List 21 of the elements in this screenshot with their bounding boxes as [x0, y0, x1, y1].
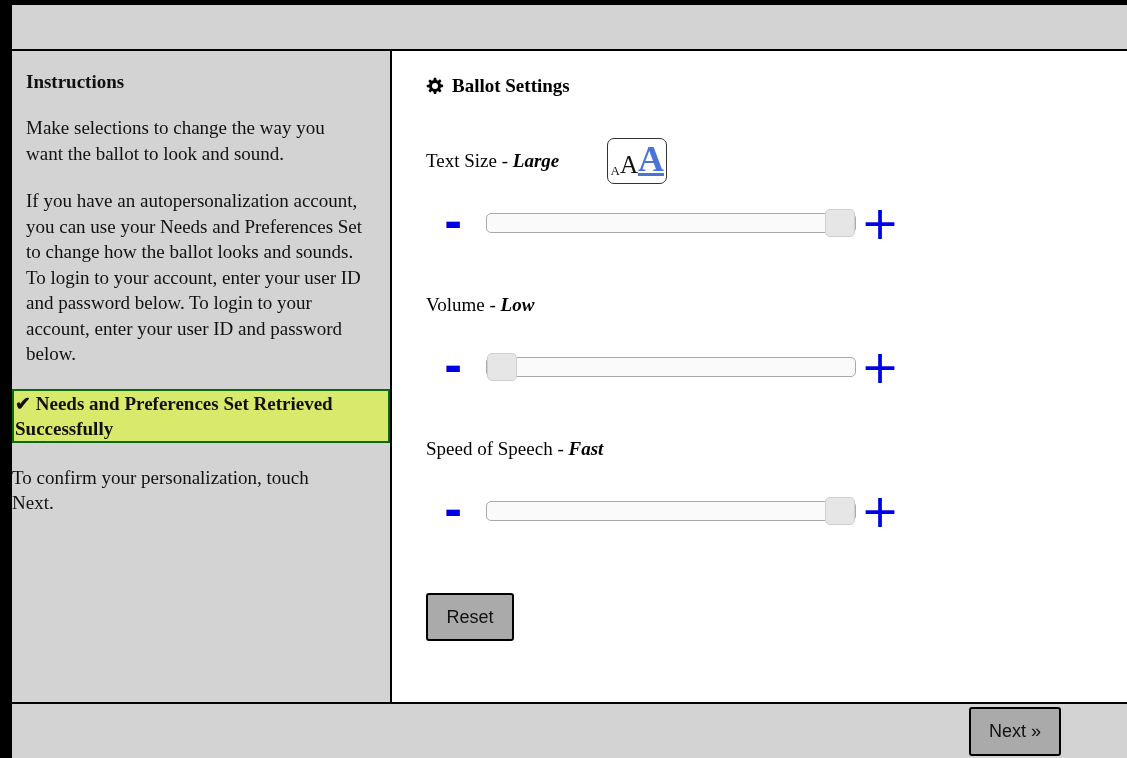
next-button[interactable]: Next »	[969, 707, 1061, 756]
status-text: ✔ Needs and Preferences Set Retrieved Successfully	[15, 392, 333, 439]
settings-icon	[426, 77, 444, 95]
sidebar-heading: Instructions	[26, 71, 126, 93]
slider-thumb[interactable]	[487, 353, 517, 381]
decrease-button[interactable]: -	[444, 345, 486, 389]
decrease-button[interactable]: -	[444, 201, 486, 245]
increase-button[interactable]: +	[860, 344, 900, 390]
increase-button[interactable]: +	[860, 488, 900, 534]
increase-button[interactable]: +	[860, 200, 900, 246]
instruction-text: Make selections to change the way you want the ballot to look and sound.	[26, 116, 326, 166]
settings-title: Ballot Settings	[452, 75, 570, 97]
setting-label: Volume - Low	[426, 294, 535, 316]
instruction-text: If you have an autopersonalization account, you can use your Needs and Preferences Set to change how the ballot looks and sounds. To login to your account, enter your user ID and password below. To login to your account, enter your user ID and password below.	[26, 189, 364, 366]
slider-thumb[interactable]	[825, 209, 855, 237]
setting-label: Speed of Speech - Fast	[426, 438, 604, 460]
reset-button[interactable]: Reset	[426, 593, 514, 641]
slider-thumb[interactable]	[825, 497, 855, 525]
decrease-button[interactable]: -	[444, 489, 486, 533]
setting-label: Text Size - Large	[426, 150, 560, 172]
confirm-text: To confirm your personalization, touch Next.	[12, 465, 310, 515]
